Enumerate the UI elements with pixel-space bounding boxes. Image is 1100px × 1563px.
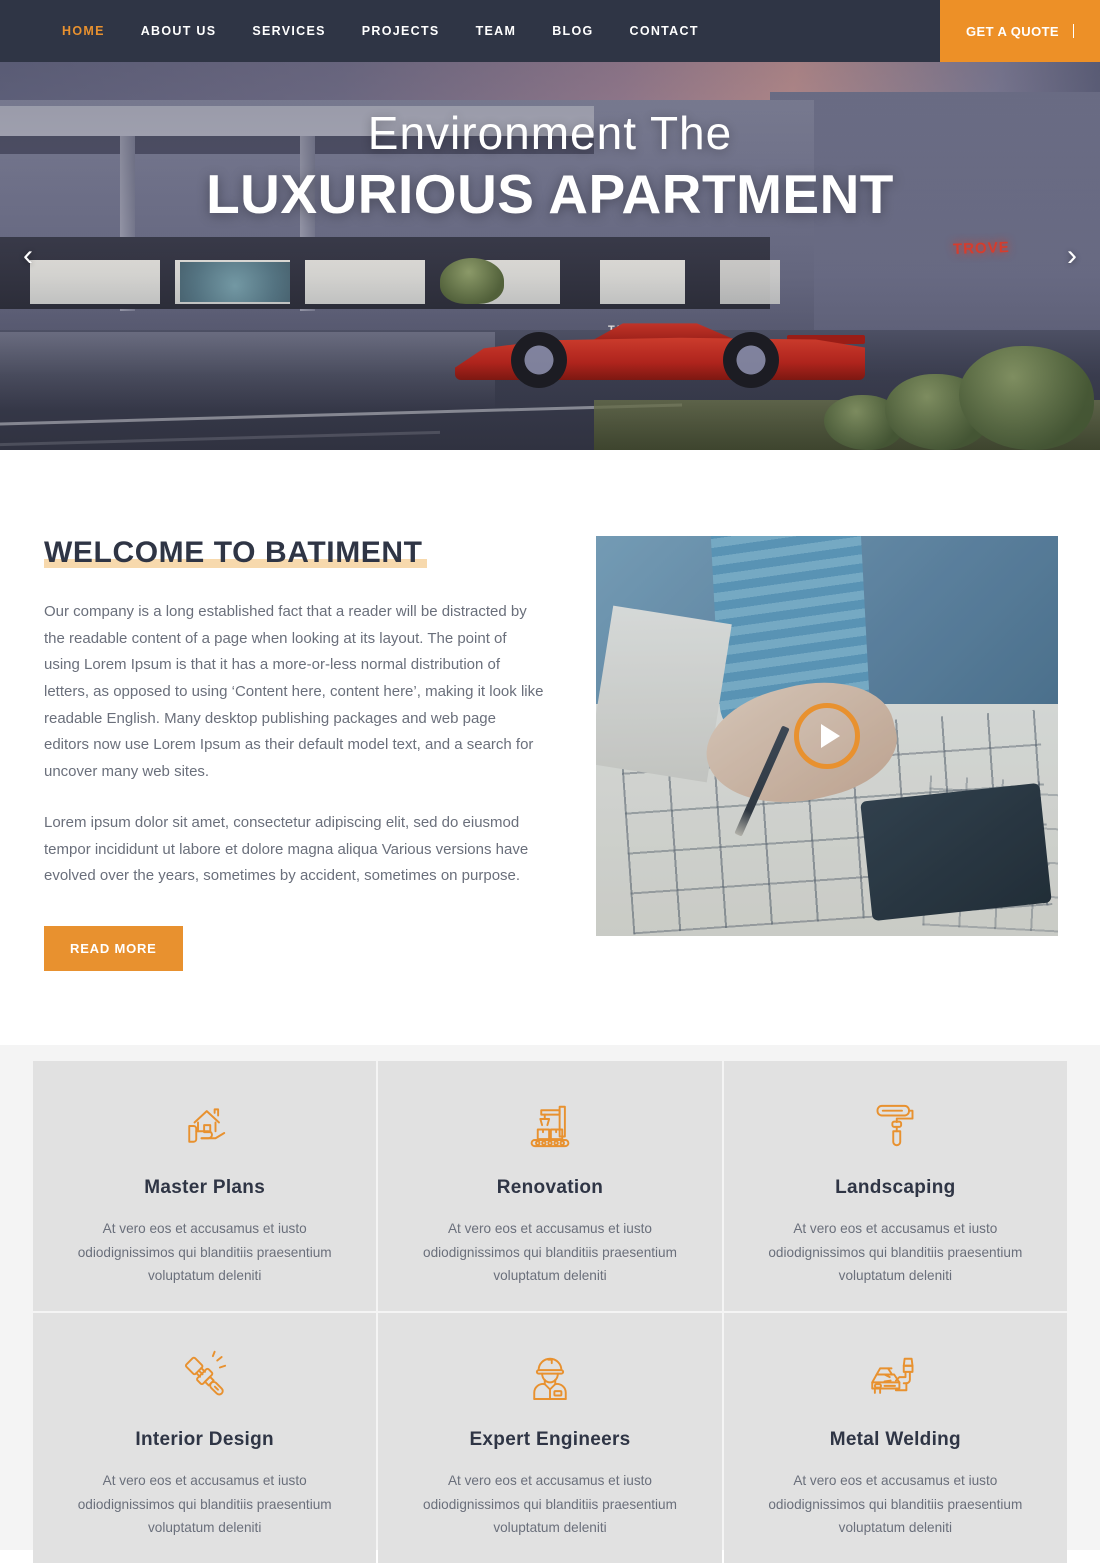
nav-list: HOME ABOUT US SERVICES PROJECTS TEAM BLO… — [0, 0, 699, 62]
services-section: Master Plans At vero eos et accusamus et… — [0, 1044, 1100, 1563]
welcome-paragraph-2: Lorem ipsum dolor sit amet, consectetur … — [44, 813, 529, 885]
service-description: At vero eos et accusamus et iusto odiodi… — [423, 1472, 677, 1536]
house-in-hand-icon — [176, 1097, 234, 1155]
main-navigation: HOME ABOUT US SERVICES PROJECTS TEAM BLO… — [0, 0, 699, 62]
get-a-quote-label: GET A QUOTE — [966, 23, 1059, 39]
site-header: HOME ABOUT US SERVICES PROJECTS TEAM BLO… — [0, 0, 1100, 62]
hero-subtitle: Environment The — [367, 107, 733, 159]
service-description: At vero eos et accusamus et iusto odiodi… — [77, 1472, 332, 1536]
hero-slider: TROVE TROVE TROVE Environment The LUXURI… — [0, 62, 1100, 450]
nav-item-home[interactable]: HOME — [62, 22, 105, 40]
welcome-media-column — [596, 536, 1058, 971]
nav-item-contact[interactable]: CONTACT — [630, 22, 699, 40]
nav-link-projects[interactable]: PROJECTS — [362, 24, 440, 38]
service-title: Renovation — [496, 1176, 604, 1198]
welcome-paragraph-1: Our company is a long established fact t… — [44, 603, 544, 781]
welcome-section: WELCOME TO BATIMENT Our company is a lon… — [0, 450, 1100, 1045]
nav-item-blog[interactable]: BLOG — [552, 22, 593, 40]
play-button-icon[interactable] — [794, 703, 860, 769]
nav-link-contact[interactable]: CONTACT — [630, 24, 699, 38]
paint-roller-icon — [866, 1097, 924, 1155]
service-description: At vero eos et accusamus et iusto odiodi… — [77, 1220, 332, 1284]
slider-prev-arrow-icon[interactable]: ‹ — [6, 234, 50, 278]
service-description: At vero eos et accusamus et iusto odiodi… — [423, 1220, 677, 1284]
nav-link-blog[interactable]: BLOG — [552, 24, 593, 38]
service-description: At vero eos et accusamus et iusto odiodi… — [768, 1220, 1023, 1284]
service-card-interior-design[interactable]: Interior Design At vero eos et accusamus… — [33, 1312, 377, 1563]
service-card-master-plans[interactable]: Master Plans At vero eos et accusamus et… — [33, 1060, 377, 1311]
welcome-text-column: WELCOME TO BATIMENT Our company is a lon… — [44, 536, 544, 971]
video-thumbnail[interactable] — [596, 536, 1058, 936]
nav-link-services[interactable]: SERVICES — [252, 24, 325, 38]
hero-content: Environment The LUXURIOUS APARTMENT — [0, 62, 1100, 450]
service-title: Interior Design — [135, 1428, 274, 1450]
service-title: Master Plans — [144, 1176, 266, 1198]
hero-title: LUXURIOUS APARTMENT — [206, 162, 894, 225]
nav-link-team[interactable]: TEAM — [476, 24, 517, 38]
nav-item-team[interactable]: TEAM — [476, 22, 517, 40]
service-title: Landscaping — [835, 1176, 956, 1198]
spray-gun-car-icon — [866, 1349, 924, 1407]
welcome-heading-wrap: WELCOME TO BATIMENT — [44, 536, 544, 569]
nav-link-about-us[interactable]: ABOUT US — [141, 24, 217, 38]
play-triangle-icon — [820, 724, 840, 748]
text-cursor-icon — [1073, 24, 1074, 38]
nav-item-projects[interactable]: PROJECTS — [362, 22, 440, 40]
paint-brush-icon — [176, 1349, 234, 1407]
service-card-landscaping[interactable]: Landscaping At vero eos et accusamus et … — [723, 1060, 1067, 1311]
nav-item-about-us[interactable]: ABOUT US — [141, 22, 217, 40]
get-a-quote-button[interactable]: GET A QUOTE — [940, 0, 1100, 62]
service-title: Expert Engineers — [469, 1428, 631, 1450]
services-grid: Master Plans At vero eos et accusamus et… — [33, 1060, 1067, 1563]
page-title: WELCOME TO BATIMENT — [44, 536, 427, 569]
nav-item-services[interactable]: SERVICES — [252, 22, 325, 40]
service-title: Metal Welding — [829, 1428, 961, 1450]
engineer-hardhat-icon — [521, 1349, 579, 1407]
read-more-button[interactable]: READ MORE — [44, 925, 183, 971]
service-card-expert-engineers[interactable]: Expert Engineers At vero eos et accusamu… — [378, 1312, 722, 1563]
service-card-metal-welding[interactable]: Metal Welding At vero eos et accusamus e… — [723, 1312, 1067, 1563]
service-card-renovation[interactable]: Renovation At vero eos et accusamus et i… — [378, 1060, 722, 1311]
robotic-arm-conveyor-icon — [521, 1097, 579, 1155]
nav-link-home[interactable]: HOME — [62, 24, 105, 38]
service-description: At vero eos et accusamus et iusto odiodi… — [768, 1472, 1023, 1536]
slider-next-arrow-icon[interactable]: › — [1050, 234, 1094, 278]
